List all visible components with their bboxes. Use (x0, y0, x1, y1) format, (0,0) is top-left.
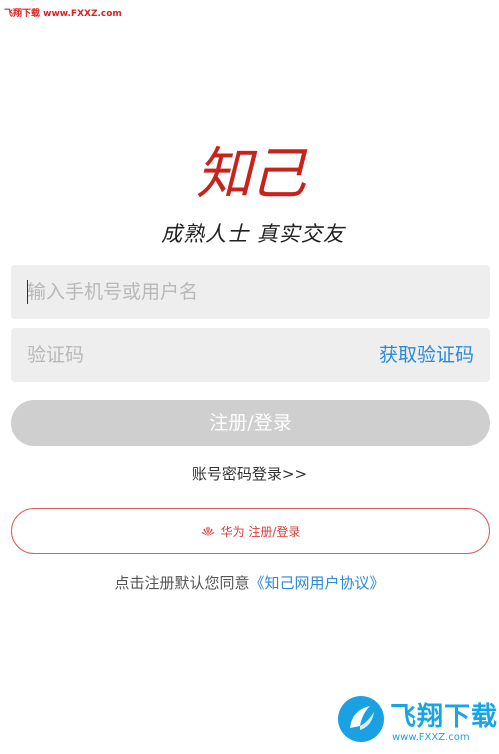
huawei-login-label: 华为 注册/登录 (220, 524, 301, 539)
huawei-login-button[interactable]: 华为 注册/登录 (11, 508, 490, 554)
watermark-text: 飞翔下载 (390, 702, 499, 732)
slogan: 成熟人士 真实交友 (161, 222, 345, 246)
verification-code-input[interactable] (11, 328, 331, 382)
phone-field-container (11, 265, 490, 319)
logo-text: 知己 (196, 142, 306, 207)
code-field-container: 获取验证码 (11, 328, 490, 382)
account-password-login-link[interactable]: 账号密码登录>> (0, 463, 499, 484)
agreement-text: 点击注册默认您同意《知己网用户协议》 (0, 572, 499, 593)
watermark-url: www.FXXZ.com (392, 732, 470, 743)
register-login-button[interactable]: 注册/登录 (11, 400, 490, 446)
text-cursor (27, 280, 28, 304)
app-logo: 知己 (187, 140, 313, 212)
watermark-top: 飞翔下载 www.FXXZ.com (4, 9, 122, 19)
huawei-logo-icon (201, 526, 214, 536)
watermark-bottom: 飞翔下载 www.FXXZ.com (338, 694, 498, 750)
watermark-logo-icon (338, 696, 384, 742)
agreement-prefix: 点击注册默认您同意 (114, 574, 250, 592)
phone-input[interactable] (11, 265, 490, 319)
get-code-button[interactable]: 获取验证码 (379, 328, 474, 382)
user-agreement-link[interactable]: 《知己网用户协议》 (250, 574, 385, 592)
